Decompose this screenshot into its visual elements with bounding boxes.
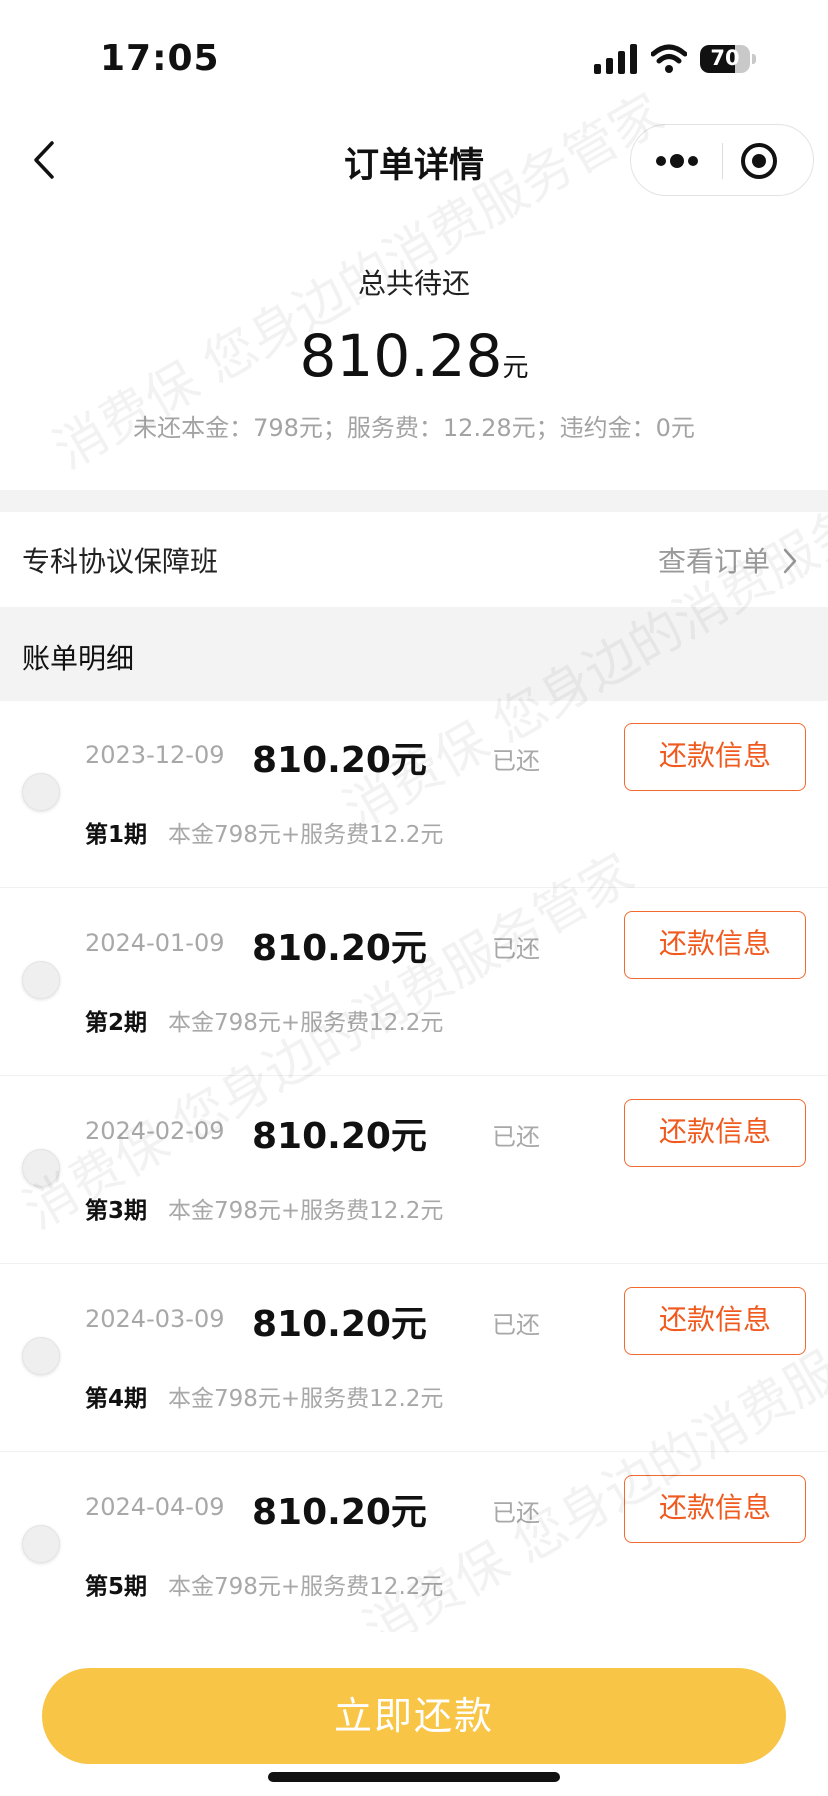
bill-period: 第3期 — [85, 1198, 148, 1224]
repayment-info-button[interactable]: 还款信息 — [624, 1287, 806, 1355]
more-dots-icon[interactable] — [647, 141, 707, 181]
bill-description: 本金798元+服务费12.2元 — [168, 1010, 444, 1036]
bill-period: 第1期 — [85, 822, 148, 848]
view-order-link[interactable]: 查看订单 — [658, 540, 770, 580]
total-due-label: 总共待还 — [357, 267, 470, 300]
bill-description: 本金798元+服务费12.2元 — [168, 1574, 444, 1600]
bill-status: 已还 — [492, 1499, 540, 1527]
bill-status: 已还 — [492, 1123, 540, 1151]
repayment-info-button[interactable]: 还款信息 — [624, 723, 806, 791]
bill-description: 本金798元+服务费12.2元 — [168, 822, 444, 848]
repayment-info-button[interactable]: 还款信息 — [624, 1099, 806, 1167]
bill-date: 2023-12-09 — [85, 741, 225, 769]
bill-details-title: 账单明细 — [22, 642, 135, 675]
bill-details-header: 账单明细 — [0, 607, 828, 701]
bill-date: 2024-01-09 — [85, 929, 225, 957]
amount-breakdown: 未还本金：798元；服务费：12.28元；违约金：0元 — [133, 414, 695, 442]
amount-unit: 元 — [502, 353, 529, 383]
select-radio[interactable] — [22, 1149, 60, 1187]
bill-status: 已还 — [492, 1311, 540, 1339]
battery-level: 70 — [710, 46, 740, 70]
bill-row: 2024-01-09 810.20元 已还 还款信息 第2期 本金798元+服务… — [0, 889, 828, 1076]
bill-amount: 810.20元 — [252, 1492, 427, 1533]
battery-icon: 70 — [700, 45, 758, 73]
status-time: 17:05 — [100, 38, 220, 79]
bill-row: 2024-02-09 810.20元 已还 还款信息 第3期 本金798元+服务… — [0, 1077, 828, 1264]
home-indicator — [268, 1772, 560, 1782]
bill-status: 已还 — [492, 747, 540, 775]
bill-status: 已还 — [492, 935, 540, 963]
cellular-signal-icon — [594, 44, 637, 74]
bill-period: 第5期 — [85, 1574, 148, 1600]
total-due-amount: 810.28元 — [0, 322, 828, 390]
select-radio[interactable] — [22, 1525, 60, 1563]
bill-period: 第2期 — [85, 1010, 148, 1036]
bill-date: 2024-03-09 — [85, 1305, 225, 1333]
select-radio[interactable] — [22, 1337, 60, 1375]
bottom-bar: 立即还款 — [0, 1632, 828, 1796]
bill-row: 2024-04-09 810.20元 已还 还款信息 第5期 本金798元+服务… — [0, 1453, 828, 1640]
amount-value: 810.28 — [299, 322, 503, 390]
wifi-icon — [651, 44, 687, 73]
bill-amount: 810.20元 — [252, 928, 427, 969]
bill-amount: 810.20元 — [252, 1116, 427, 1157]
target-icon[interactable] — [737, 139, 781, 183]
bill-period: 第4期 — [85, 1386, 148, 1412]
bill-amount: 810.20元 — [252, 740, 427, 781]
repayment-info-button[interactable]: 还款信息 — [624, 1475, 806, 1543]
bill-row: 2024-03-09 810.20元 已还 还款信息 第4期 本金798元+服务… — [0, 1265, 828, 1452]
select-radio[interactable] — [22, 961, 60, 999]
chevron-right-icon — [783, 548, 797, 574]
bill-description: 本金798元+服务费12.2元 — [168, 1386, 444, 1412]
order-name: 专科协议保障班 — [22, 545, 219, 578]
bill-description: 本金798元+服务费12.2元 — [168, 1198, 444, 1224]
pay-now-button[interactable]: 立即还款 — [42, 1668, 786, 1764]
order-row[interactable]: 专科协议保障班 查看订单 — [0, 512, 828, 606]
bill-row: 2023-12-09 810.20元 已还 还款信息 第1期 本金798元+服务… — [0, 701, 828, 888]
bill-date: 2024-04-09 — [85, 1493, 225, 1521]
bill-date: 2024-02-09 — [85, 1117, 225, 1145]
repayment-info-button[interactable]: 还款信息 — [624, 911, 806, 979]
mini-program-capsule — [630, 124, 814, 196]
section-divider — [0, 490, 828, 512]
bill-amount: 810.20元 — [252, 1304, 427, 1345]
select-radio[interactable] — [22, 773, 60, 811]
